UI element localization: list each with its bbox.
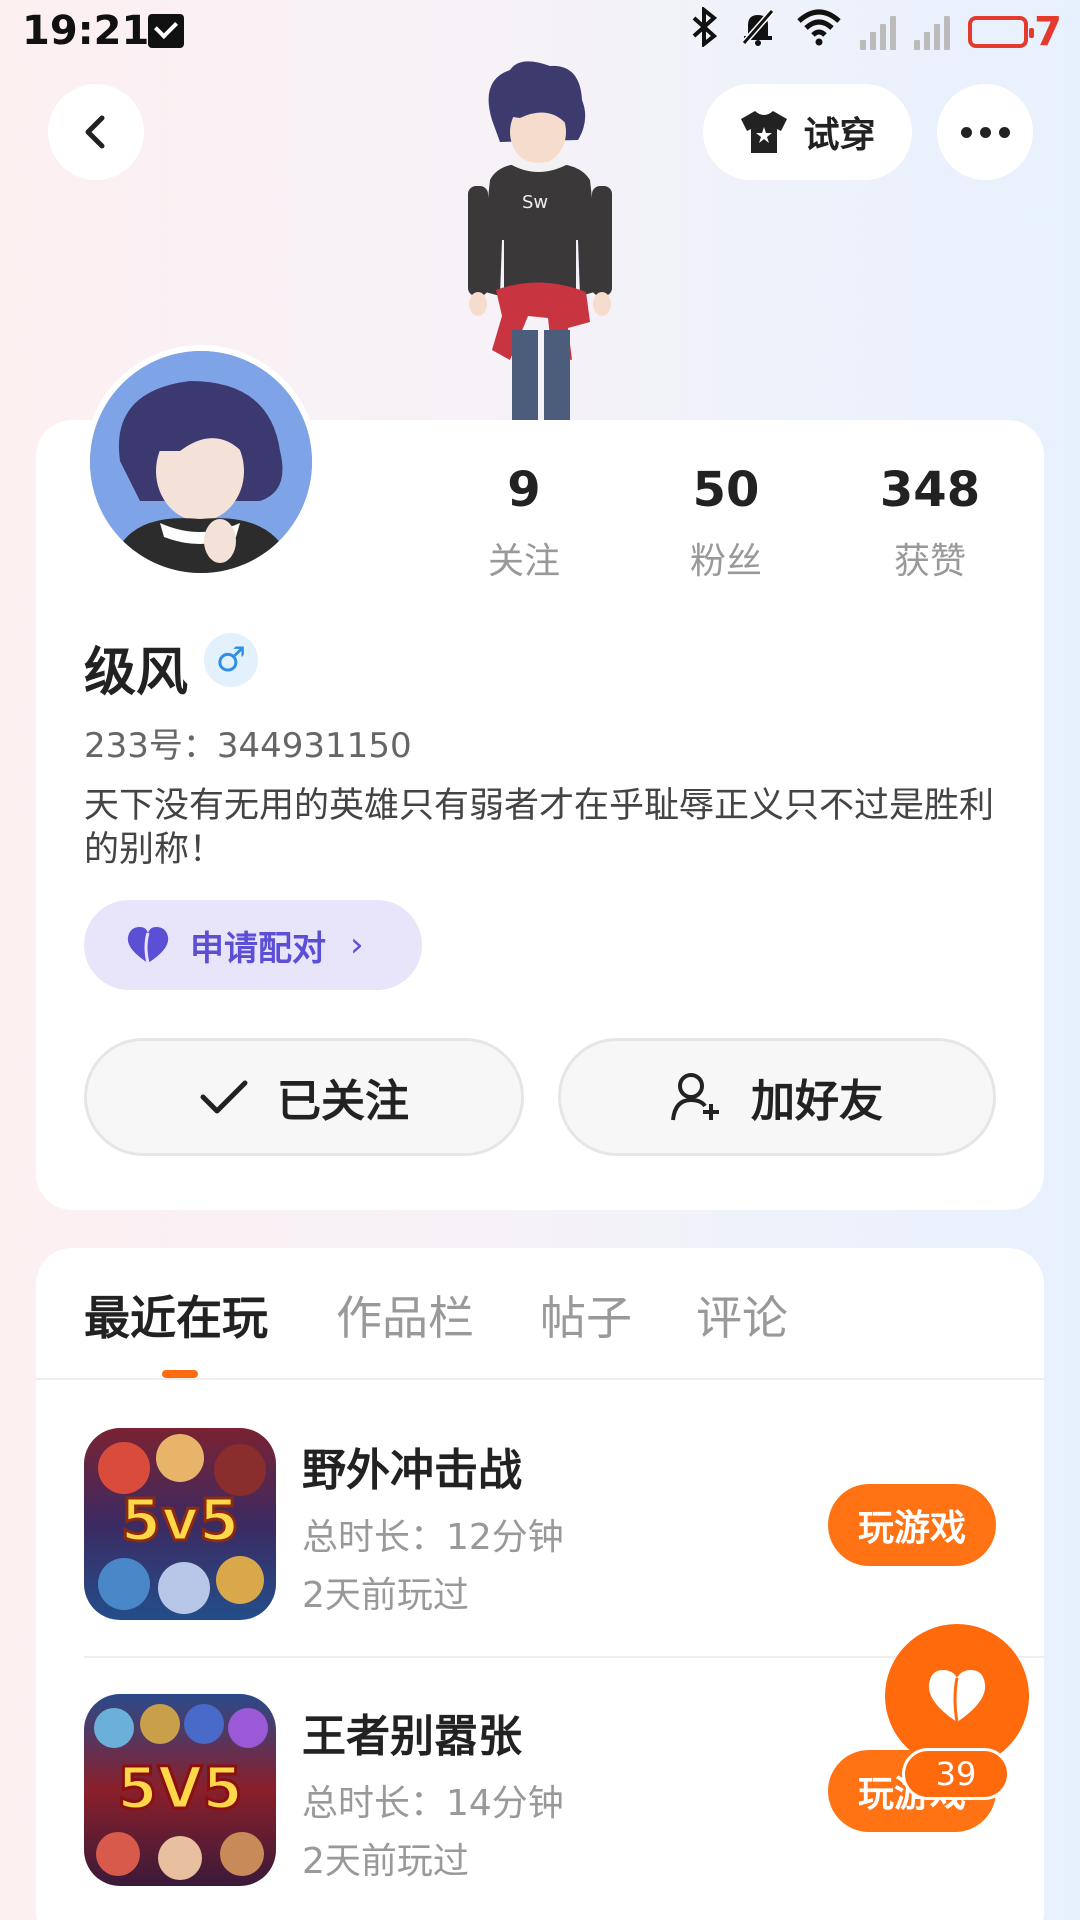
- stat-label: 获赞: [893, 541, 966, 582]
- stat-following[interactable]: 9 关注: [434, 462, 614, 584]
- stat-followers[interactable]: 50 粉丝: [636, 462, 816, 584]
- back-arrow-icon: [85, 115, 105, 149]
- checkmark-icon: [200, 1080, 248, 1114]
- followed-label: 已关注: [277, 1076, 409, 1127]
- divider: [36, 1378, 1044, 1380]
- tshirt-icon: [741, 111, 788, 153]
- add-friend-label: 加好友: [751, 1076, 883, 1127]
- tab-works[interactable]: 作品栏: [336, 1282, 474, 1348]
- request-pair-button[interactable]: 申请配对 ›: [84, 900, 422, 990]
- message-icon: [148, 14, 184, 48]
- mute-bell-icon: [738, 7, 778, 58]
- game-last-played: 2天前玩过: [302, 1575, 469, 1616]
- request-pair-label: 申请配对: [190, 928, 326, 969]
- dot-icon: [960, 126, 972, 138]
- followed-button[interactable]: 已关注: [84, 1038, 524, 1156]
- heart-icon: [127, 927, 169, 964]
- game-list-item[interactable]: 5v5 野外冲击战 总时长：12分钟 2天前玩过 玩游戏: [84, 1428, 1044, 1628]
- try-on-button[interactable]: 试穿: [703, 84, 912, 180]
- status-time: 19:21: [22, 8, 150, 54]
- stat-likes[interactable]: 348 获赞: [840, 462, 1020, 584]
- add-user-icon: [671, 1073, 719, 1121]
- bluetooth-icon: [690, 5, 720, 58]
- signal-icon-2: [914, 14, 951, 50]
- game-icon: 5v5: [84, 1428, 276, 1620]
- like-fab-button[interactable]: [885, 1624, 1029, 1768]
- stat-value: 9: [507, 462, 541, 518]
- stat-label: 粉丝: [689, 541, 762, 582]
- dot-icon: [979, 126, 991, 138]
- active-tab-indicator: [162, 1370, 198, 1378]
- game-name: 王者别嚣张: [302, 1711, 522, 1762]
- game-duration: 总时长：14分钟: [302, 1783, 564, 1824]
- game-last-played: 2天前玩过: [302, 1841, 469, 1882]
- status-bar: 19:21 7: [0, 0, 1080, 66]
- svg-text:Sw: Sw: [522, 192, 548, 213]
- tab-posts[interactable]: 帖子: [540, 1282, 632, 1348]
- game-icon-text: 5V5: [117, 1754, 243, 1822]
- dot-icon: [998, 126, 1010, 138]
- tab-bar: 最近在玩 作品栏 帖子 评论: [0, 1282, 1080, 1382]
- username: 级风: [84, 643, 189, 703]
- back-button[interactable]: [48, 84, 144, 180]
- avatar[interactable]: [84, 345, 318, 579]
- play-game-button[interactable]: 玩游戏: [828, 1484, 996, 1566]
- game-name: 野外冲击战: [302, 1445, 522, 1496]
- stat-value: 50: [692, 462, 760, 518]
- signal-icon: [860, 14, 897, 50]
- account-id: 233号：344931150: [84, 726, 412, 766]
- try-on-label: 试穿: [803, 115, 876, 156]
- stat-value: 348: [879, 462, 981, 518]
- add-friend-button[interactable]: 加好友: [558, 1038, 996, 1156]
- battery-level: 7: [1034, 9, 1062, 55]
- tab-recent-playing[interactable]: 最近在玩: [84, 1282, 268, 1348]
- tab-comments[interactable]: 评论: [696, 1282, 788, 1348]
- battery-icon: [968, 16, 1035, 48]
- game-icon: 5V5: [84, 1694, 276, 1886]
- more-options-button[interactable]: [937, 84, 1033, 180]
- character-avatar[interactable]: Sw: [440, 60, 640, 420]
- chevron-right-icon: ›: [350, 925, 364, 965]
- game-icon-text: 5v5: [121, 1486, 240, 1554]
- wifi-icon: [796, 7, 842, 58]
- game-duration: 总时长：12分钟: [302, 1517, 564, 1558]
- bio-text: 天下没有无用的英雄只有弱者才在乎耻辱正义只不过是胜利的别称！: [84, 786, 995, 870]
- male-gender-icon: ♂: [204, 633, 258, 687]
- heart-icon: [928, 1670, 986, 1723]
- stat-label: 关注: [487, 541, 560, 582]
- like-count-badge: 39: [902, 1748, 1010, 1800]
